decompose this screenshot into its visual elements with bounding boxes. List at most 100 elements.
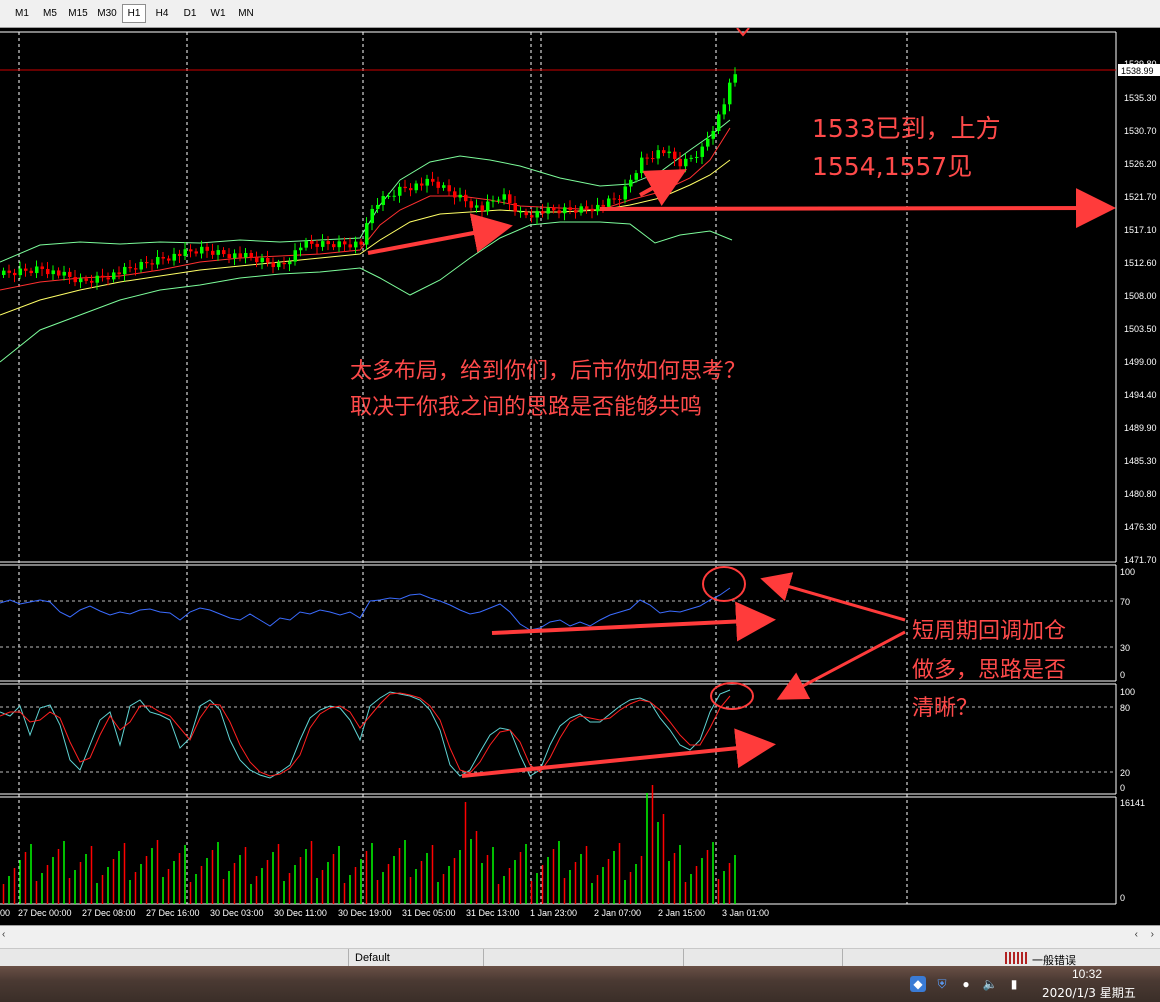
annotation-target-line1: 1533已到，上方 <box>812 114 1001 143</box>
scroll-right-end-icon[interactable]: › <box>1151 929 1154 940</box>
status-divider <box>348 949 349 967</box>
candle-body <box>216 250 220 255</box>
time-label: 27 Dec 00:00 <box>18 908 72 918</box>
indicator1-level-label: 100 <box>1120 567 1135 577</box>
candle-body <box>128 266 132 269</box>
candle-body <box>546 207 550 214</box>
price-label: 1494.40 <box>1124 390 1157 400</box>
taskbar-clock-time[interactable]: 10:32 <box>1072 967 1102 981</box>
current-price-badge: 1538.99 <box>1118 64 1160 76</box>
candle-body <box>667 151 671 154</box>
chart-canvas[interactable]: 1539.80 1535.30 1530.70 1526.20 1521.70 … <box>0 28 1160 925</box>
candle-body <box>150 263 154 265</box>
tf-m30-button[interactable]: M30 <box>92 4 122 23</box>
candle-body <box>244 253 248 258</box>
price-label: 1480.80 <box>1124 489 1157 499</box>
volume-zero-label: 0 <box>1120 893 1125 903</box>
arrow-right-level <box>599 188 1116 229</box>
annotation-middle-line1: 太多布局，给到你们，后市你如何思考？ <box>350 359 746 384</box>
candle-body <box>260 257 264 263</box>
price-label: 1535.30 <box>1124 93 1157 103</box>
candle-body <box>321 241 325 247</box>
price-label: 1489.90 <box>1124 423 1157 433</box>
indicator1-level-label: 30 <box>1120 643 1130 653</box>
chart-scrollbar[interactable]: ‹ ‹ › <box>0 925 1160 948</box>
candle-body <box>376 204 380 209</box>
candle-body <box>57 270 61 276</box>
candle-body <box>513 203 517 212</box>
time-label: 1 Jan 23:00 <box>530 908 577 918</box>
candle-body <box>557 210 561 214</box>
candle-body <box>563 207 567 214</box>
candle-body <box>524 211 528 216</box>
tf-h4-button[interactable]: H4 <box>148 4 176 23</box>
candle-body <box>673 151 677 159</box>
candle-body <box>299 247 303 251</box>
candle-body <box>387 195 391 197</box>
candle-body <box>79 278 83 283</box>
candle-body <box>585 206 589 209</box>
candle-body <box>425 178 429 186</box>
candle-body <box>227 254 231 259</box>
tf-m1-button[interactable]: M1 <box>8 4 36 23</box>
candle-body <box>464 194 468 202</box>
candle-body <box>238 253 242 258</box>
candle-body <box>722 104 726 115</box>
status-divider <box>842 949 843 967</box>
candle-body <box>420 183 424 186</box>
candle-body <box>84 278 88 281</box>
time-label: 00 <box>0 908 10 918</box>
taskbar-clock-date[interactable]: 2020/1/3 星期五 <box>1042 984 1136 1001</box>
candle-body <box>178 253 182 256</box>
time-label: 27 Dec 16:00 <box>146 908 200 918</box>
shield-tray-icon[interactable]: ⛨ <box>934 976 950 992</box>
candle-body <box>134 268 138 270</box>
network-signal-icon[interactable]: ▮ <box>1006 976 1022 992</box>
candle-body <box>552 207 556 211</box>
tf-d1-button[interactable]: D1 <box>176 4 204 23</box>
qq-tray-icon[interactable]: ● <box>958 976 974 992</box>
candle-body <box>607 198 611 207</box>
candle-body <box>62 271 66 276</box>
tf-m15-button[interactable]: M15 <box>64 4 92 23</box>
candle-body <box>365 223 369 245</box>
candle-body <box>222 250 226 255</box>
candle-body <box>68 271 72 277</box>
indicator2-level-label: 20 <box>1120 768 1130 778</box>
candle-body <box>695 156 699 158</box>
tf-mn-button[interactable]: MN <box>232 4 260 23</box>
annotation-right-line3: 清晰？ <box>912 696 978 721</box>
candle-body <box>288 261 292 265</box>
candle-body <box>541 211 545 214</box>
candle-body <box>35 266 39 274</box>
candle-body <box>497 199 501 201</box>
volume-muted-icon[interactable]: 🔈 <box>982 976 998 992</box>
candle-body <box>40 266 44 269</box>
candle-body <box>651 158 655 160</box>
price-label: 1508.00 <box>1124 291 1157 301</box>
candle-body <box>183 249 187 256</box>
candle-body <box>90 280 94 283</box>
tf-h1-button[interactable]: H1 <box>122 4 146 23</box>
tf-w1-button[interactable]: W1 <box>204 4 232 23</box>
candle-body <box>233 253 237 259</box>
candle-body <box>167 258 171 261</box>
annotation-target-line2: 1554,1557见 <box>812 152 972 181</box>
candle-body <box>398 186 402 196</box>
candle-body <box>381 196 385 205</box>
price-label: 1503.50 <box>1124 324 1157 334</box>
time-label: 30 Dec 03:00 <box>210 908 264 918</box>
volume-max-label: 16141 <box>1120 798 1145 808</box>
cube-tray-icon[interactable]: ◆ <box>910 976 926 992</box>
candle-body <box>728 82 732 105</box>
candle-body <box>315 243 319 247</box>
candle-body <box>579 206 583 213</box>
scroll-left-icon[interactable]: ‹ <box>2 929 5 940</box>
candle-body <box>205 246 209 251</box>
candle-body <box>359 241 363 245</box>
candle-body <box>645 157 649 159</box>
price-label: 1530.70 <box>1124 126 1157 136</box>
candle-body <box>24 268 28 271</box>
tf-m5-button[interactable]: M5 <box>36 4 64 23</box>
scroll-right-icon[interactable]: ‹ <box>1135 929 1138 940</box>
